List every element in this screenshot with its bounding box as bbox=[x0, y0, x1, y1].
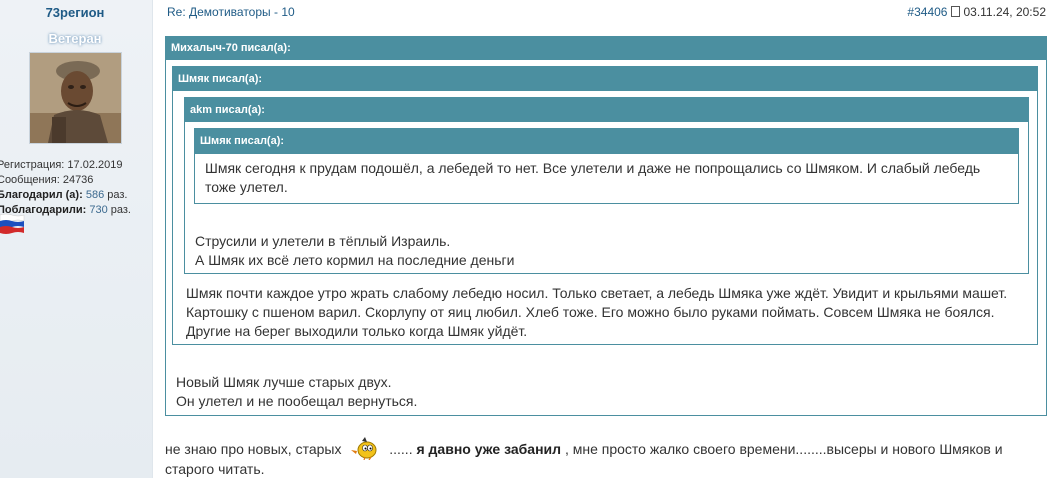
quote-text-line: А Шмяк их всё лето кормил на последние д… bbox=[195, 252, 515, 268]
body-text: не знаю про новых, старых bbox=[165, 441, 342, 457]
body-bold-text: я давно уже забанил bbox=[416, 441, 562, 457]
user-stats: Регистрация: 17.02.2019 Сообщения: 24736… bbox=[0, 158, 131, 218]
registration-label: Регистрация: bbox=[0, 159, 65, 171]
quote-text-line: Новый Шмяк лучше старых двух. bbox=[176, 374, 392, 390]
post-meta: #34406 03.11.24, 20:52 bbox=[907, 5, 1046, 19]
registration-date: 17.02.2019 bbox=[67, 159, 123, 171]
bird-smiley-icon bbox=[351, 437, 377, 460]
russia-flag-icon bbox=[0, 213, 25, 234]
thanked-by-count-link[interactable]: 730 bbox=[89, 204, 107, 216]
thanked-suffix: раз. bbox=[107, 189, 128, 201]
thanked-label: Благодарил (а): bbox=[0, 189, 83, 201]
quote-author: Шмяк писал(а): bbox=[173, 67, 1037, 91]
quote-text-line: Он улетел и не пообещал вернуться. bbox=[176, 393, 418, 409]
post-number-link[interactable]: #34406 bbox=[907, 5, 947, 19]
post-datetime: 03.11.24, 20:52 bbox=[963, 5, 1046, 19]
quote-text: Новый Шмяк лучше старых двух. Он улетел … bbox=[176, 373, 1036, 411]
messages-count: 24736 bbox=[62, 174, 94, 186]
post-title-link[interactable]: Re: Демотиваторы - 10 bbox=[167, 5, 295, 19]
quote-text: Шмяк почти каждое утро жрать слабому леб… bbox=[186, 285, 1008, 339]
document-icon[interactable] bbox=[951, 6, 961, 17]
user-rank: Ветеран bbox=[48, 31, 102, 46]
messages-row: Сообщения: 24736 bbox=[0, 173, 131, 188]
quote-author: akm писал(а): bbox=[185, 98, 1028, 122]
username-link[interactable]: 73регион bbox=[0, 5, 150, 20]
quote-author: Шмяк писал(а): bbox=[195, 129, 1018, 154]
quote-level-4: Шмяк писал(а): Шмяк сегодня к прудам под… bbox=[194, 128, 1019, 204]
user-panel: 73регион Ветеран Регистрация: 17.02.2019… bbox=[0, 0, 153, 478]
quote-text-line: Струсили и улетели в тёплый Израиль. bbox=[195, 233, 451, 249]
thanked-row: Благодарил (а): 586 раз. bbox=[0, 188, 131, 203]
messages-label: Сообщения: bbox=[0, 174, 60, 186]
quote-author: Михалыч-70 писал(а): bbox=[166, 37, 1046, 60]
body-text: ...... bbox=[389, 441, 413, 457]
avatar[interactable] bbox=[29, 52, 122, 144]
thanked-count-link[interactable]: 586 bbox=[86, 189, 104, 201]
registration-row: Регистрация: 17.02.2019 bbox=[0, 158, 131, 173]
thanked-by-suffix: раз. bbox=[110, 204, 131, 216]
quote-text: Струсили и улетели в тёплый Израиль. А Ш… bbox=[195, 232, 1015, 270]
quote-text: Шмяк сегодня к прудам подошёл, а лебедей… bbox=[205, 160, 981, 195]
avatar-photo-icon bbox=[30, 53, 121, 143]
post-body: не знаю про новых, старых ...... я давно… bbox=[165, 436, 1045, 479]
